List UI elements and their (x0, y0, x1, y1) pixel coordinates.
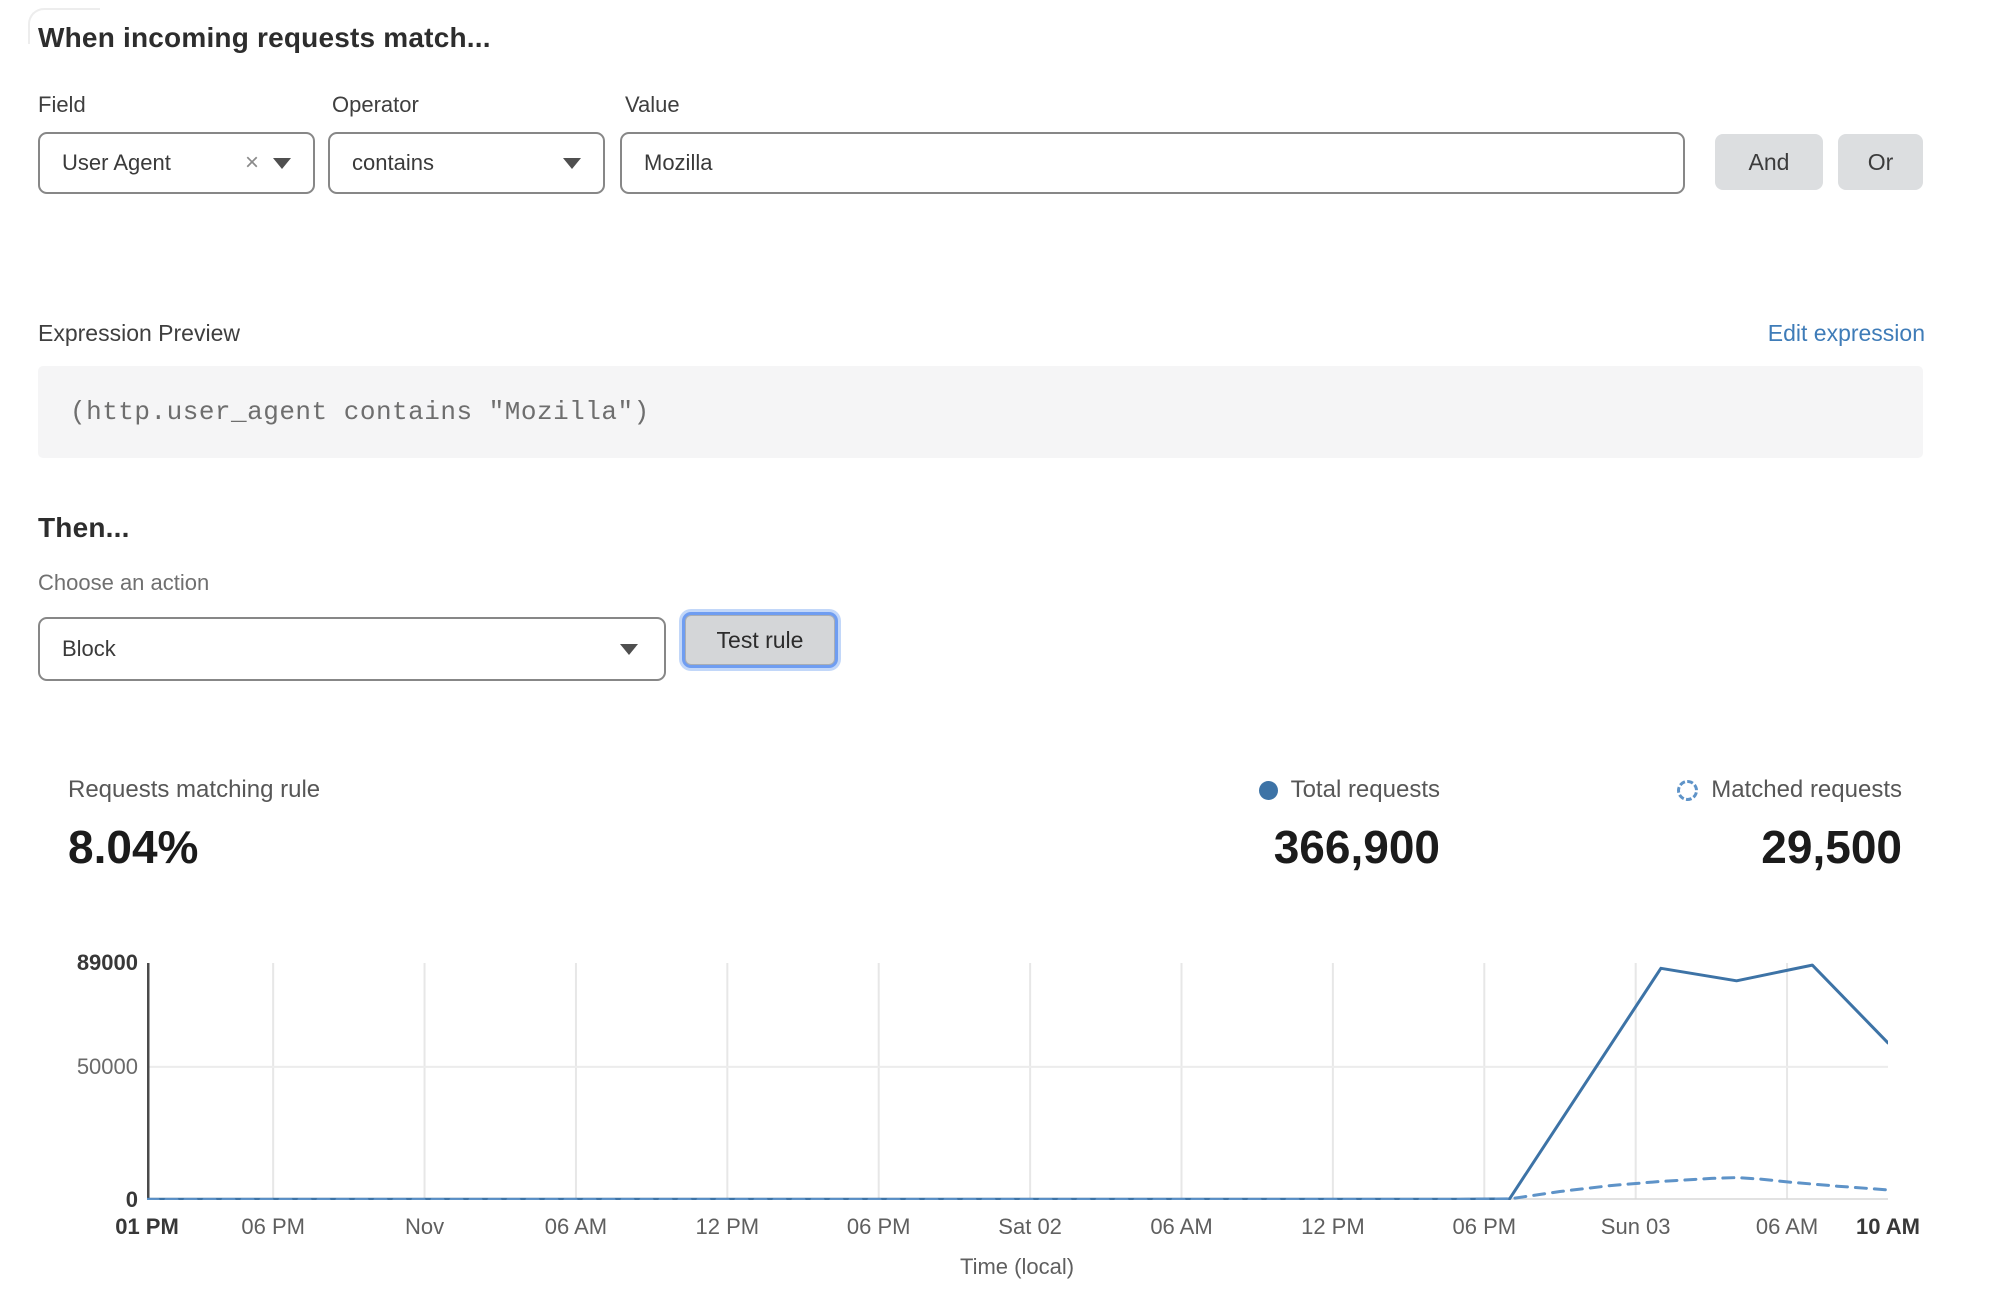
test-rule-button[interactable]: Test rule (685, 615, 835, 665)
x-tick-label: 10 AM (1856, 1214, 1920, 1240)
operator-select-value: contains (330, 150, 563, 176)
then-heading: Then... (38, 512, 130, 544)
match-heading: When incoming requests match... (38, 22, 491, 54)
value-input[interactable] (620, 132, 1685, 194)
total-requests-stat: Total requests 366,900 (1100, 776, 1440, 874)
x-tick-label: Sun 03 (1601, 1214, 1671, 1240)
matched-requests-legend-circle-icon (1677, 780, 1698, 801)
x-tick-label: 06 AM (545, 1214, 607, 1240)
matching-rule-value: 8.04% (68, 820, 320, 874)
x-tick-label: 01 PM (115, 1214, 179, 1240)
field-select-value: User Agent (40, 150, 245, 176)
x-tick-label: 06 AM (1150, 1214, 1212, 1240)
matched-requests-value: 29,500 (1560, 820, 1902, 874)
y-tick-label: 0 (20, 1187, 138, 1213)
total-requests-value: 366,900 (1100, 820, 1440, 874)
edit-expression-link[interactable]: Edit expression (1768, 320, 1925, 347)
chevron-down-icon[interactable] (273, 158, 291, 169)
x-tick-label: Sat 02 (998, 1214, 1062, 1240)
operator-label: Operator (332, 92, 419, 118)
expression-code-box: (http.user_agent contains "Mozilla") (38, 366, 1923, 458)
action-select[interactable]: Block (38, 617, 666, 681)
x-tick-label: 06 PM (1452, 1214, 1516, 1240)
operator-select[interactable]: contains (328, 132, 605, 194)
matching-rule-label: Requests matching rule (68, 776, 320, 804)
action-select-value: Block (40, 636, 620, 662)
firewall-rule-builder-page: When incoming requests match... Field Op… (0, 0, 1999, 1295)
value-label: Value (625, 92, 680, 118)
y-tick-label: 89000 (20, 950, 138, 976)
total-requests-legend-dot-icon (1259, 781, 1278, 800)
expression-code: (http.user_agent contains "Mozilla") (38, 397, 650, 427)
requests-line-chart (147, 963, 1888, 1200)
matched-requests-line (147, 1178, 1888, 1200)
y-tick-label: 50000 (20, 1054, 138, 1080)
chevron-down-icon[interactable] (620, 644, 638, 655)
x-tick-label: Nov (405, 1214, 444, 1240)
matched-requests-stat: Matched requests 29,500 (1560, 776, 1902, 874)
or-button[interactable]: Or (1838, 134, 1923, 190)
matching-rule-stat: Requests matching rule 8.04% (68, 776, 320, 874)
x-tick-label: 06 PM (241, 1214, 305, 1240)
x-axis-title: Time (local) (960, 1254, 1074, 1280)
and-button[interactable]: And (1715, 134, 1823, 190)
field-label: Field (38, 92, 86, 118)
choose-action-label: Choose an action (38, 570, 209, 596)
x-tick-label: 06 AM (1756, 1214, 1818, 1240)
matched-requests-label: Matched requests (1711, 776, 1902, 804)
expression-preview-label: Expression Preview (38, 320, 240, 347)
total-requests-line (147, 965, 1888, 1199)
chevron-down-icon[interactable] (563, 158, 581, 169)
x-tick-label: 06 PM (847, 1214, 911, 1240)
x-tick-label: 12 PM (696, 1214, 760, 1240)
clear-icon[interactable]: × (245, 151, 273, 175)
field-select[interactable]: User Agent × (38, 132, 315, 194)
total-requests-label: Total requests (1291, 776, 1440, 804)
x-tick-label: 12 PM (1301, 1214, 1365, 1240)
